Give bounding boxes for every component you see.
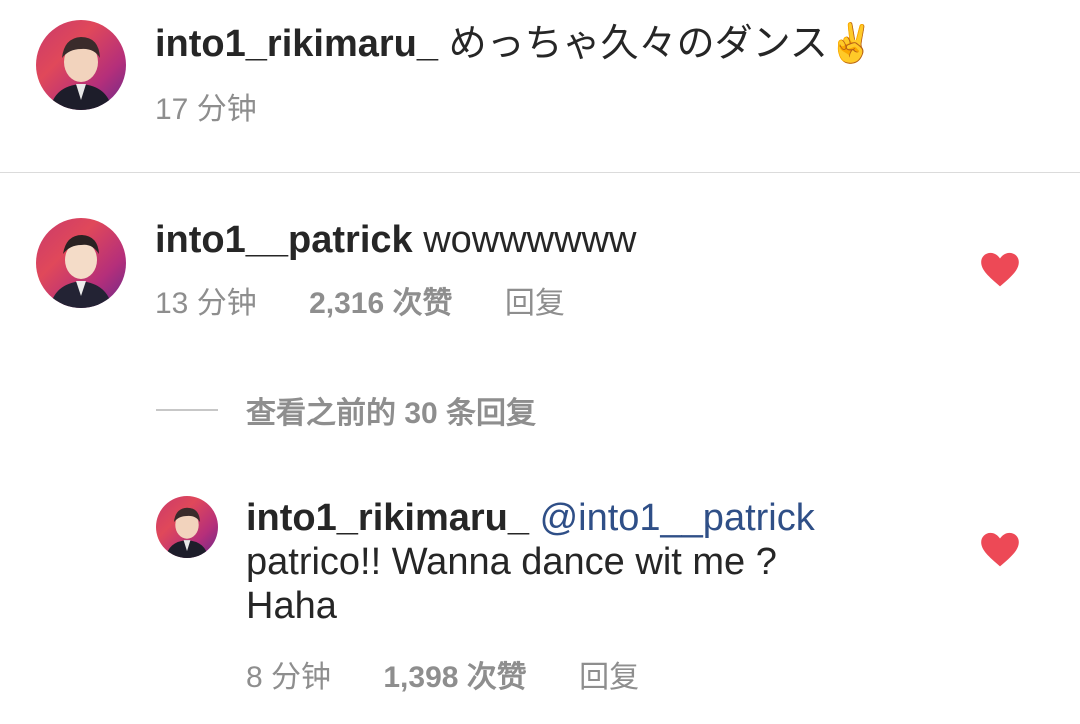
reply-body: into1_rikimaru_ @into1__patrick patrico!… [246,496,966,628]
reply-mention-link[interactable]: @into1__patrick [540,497,815,539]
caption-text: めっちゃ久々のダンス✌️ [448,23,876,65]
caption-time: 17 分钟 [155,93,257,126]
comment-line: into1__patrick wowwwwww [155,218,636,262]
comment-likes[interactable]: 2,316 次赞 [309,286,452,322]
comment-meta: 13 分钟 2,316 次赞 回复 [155,286,565,322]
reply-text-line1: patrico!! Wanna dance wit me ? [246,541,777,583]
caption-line: into1_rikimaru_ めっちゃ久々のダンス✌️ [155,22,875,66]
reply-text-line2: Haha [246,585,337,627]
person-avatar-icon [50,37,112,110]
heart-icon[interactable] [980,252,1020,288]
view-previous-replies-label: 查看之前的 30 条回复 [246,397,537,430]
person-avatar-icon [165,507,209,558]
caption-avatar[interactable] [36,20,126,110]
comments-screen: into1_rikimaru_ めっちゃ久々のダンス✌️ 17 分钟 into1… [0,0,1080,724]
comment-reply-button[interactable]: 回复 [505,286,565,322]
reply-likes[interactable]: 1,398 次赞 [383,660,526,696]
caption-username[interactable]: into1_rikimaru_ [155,23,438,65]
person-avatar-icon [50,235,112,308]
caption-meta: 17 分钟 [155,92,257,128]
comment-avatar[interactable] [36,218,126,308]
reply-time: 8 分钟 [246,661,332,694]
replies-rule [156,409,218,411]
comment-text: wowwwwww [423,219,637,261]
reply-avatar[interactable] [156,496,218,558]
heart-icon[interactable] [980,532,1020,568]
reply-username[interactable]: into1_rikimaru_ [246,497,529,539]
reply-meta: 8 分钟 1,398 次赞 回复 [246,660,639,696]
comment-time: 13 分钟 [155,287,257,320]
comment-username[interactable]: into1__patrick [155,219,413,261]
divider [0,172,1080,173]
reply-reply-button[interactable]: 回复 [579,660,639,696]
view-previous-replies[interactable]: 查看之前的 30 条回复 [156,390,536,430]
